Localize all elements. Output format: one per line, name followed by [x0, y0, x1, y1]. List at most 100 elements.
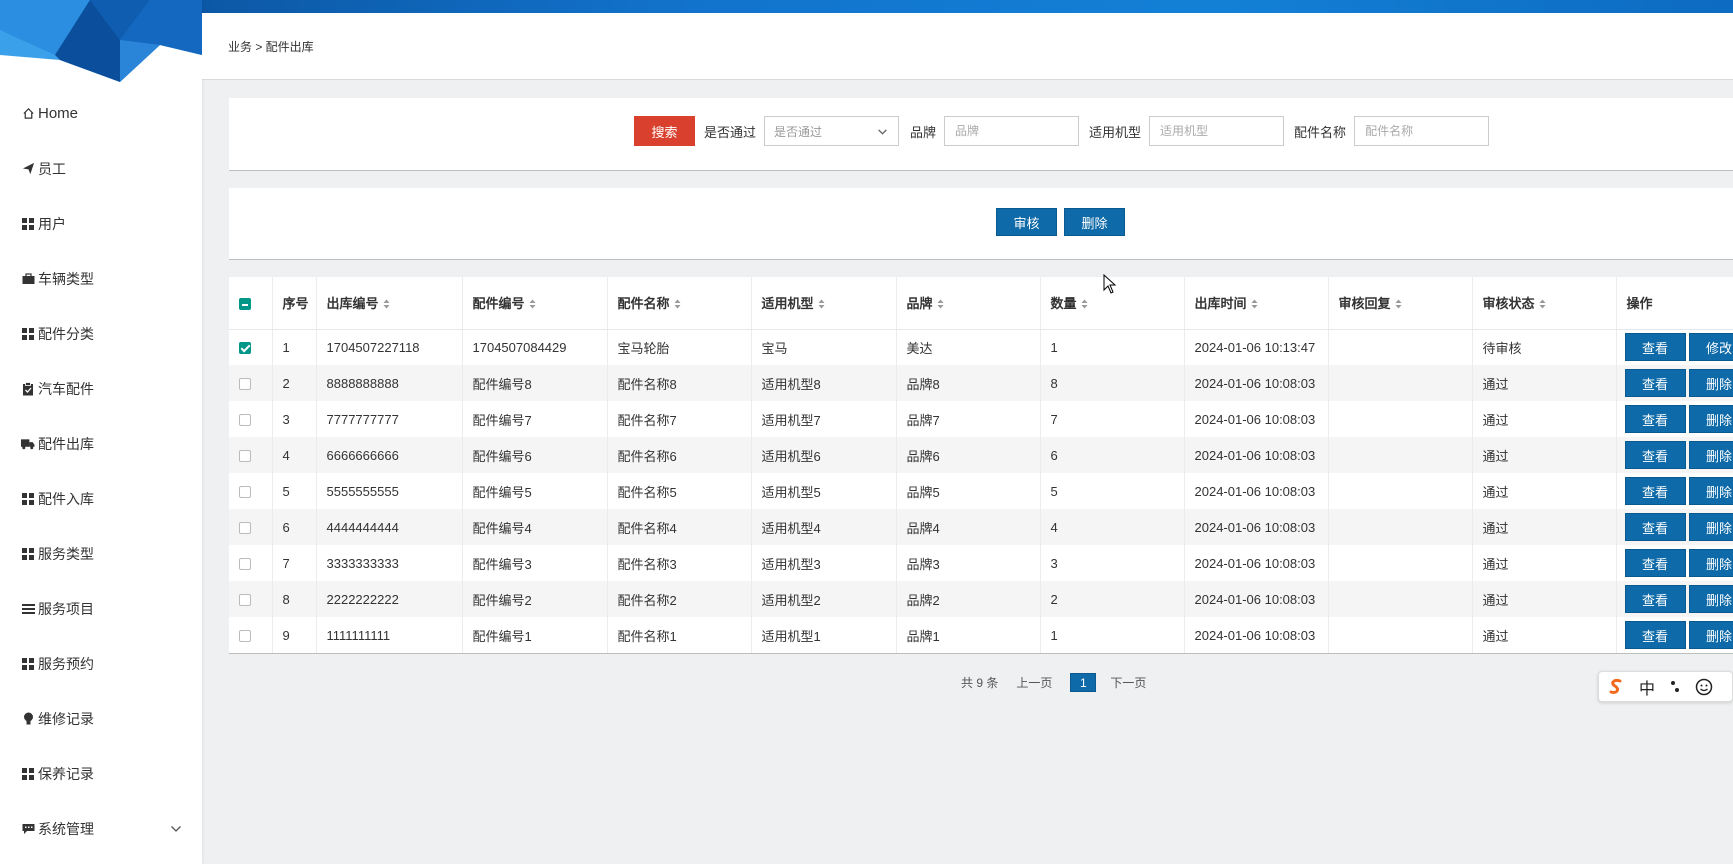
column-header-5[interactable]: 品牌 — [896, 277, 1041, 330]
passed-select[interactable]: 是否通过 — [764, 116, 900, 146]
sidebar-item-3[interactable]: 车辆类型 — [0, 251, 202, 306]
cell-reply — [1328, 545, 1473, 581]
view-button[interactable]: 查看 — [1624, 513, 1686, 541]
view-button[interactable]: 查看 — [1624, 369, 1686, 397]
part-name-input[interactable] — [1354, 116, 1490, 146]
sidebar-item-0[interactable]: Home — [0, 86, 202, 141]
cell-name: 宝马轮胎 — [607, 329, 752, 365]
breadcrumb: 业务 > 配件出库 — [228, 40, 314, 54]
column-header-7[interactable]: 出库时间 — [1184, 277, 1329, 330]
row-delete-button[interactable]: 删除 — [1688, 621, 1733, 649]
sidebar-item-6[interactable]: 配件出库 — [0, 416, 202, 471]
outbound-table: 序号 出库编号 配件编号 配件名称 适用机型 品牌 数量 出库时间 审核回复 审核状态 操作 1 17… — [229, 277, 1733, 653]
view-button[interactable]: 查看 — [1624, 549, 1686, 577]
sidebar-item-label: 配件入库 — [38, 490, 94, 507]
sort-icon[interactable] — [529, 297, 536, 312]
top-bar — [0, 0, 1733, 13]
column-header-label: 适用机型 — [761, 296, 814, 312]
row-delete-button[interactable]: 删除 — [1688, 585, 1733, 613]
delete-button[interactable]: 删除 — [1064, 208, 1125, 236]
edit-button[interactable]: 修改 — [1688, 333, 1733, 362]
select-all-checkbox[interactable] — [239, 297, 251, 310]
sidebar-item-label: Home — [38, 105, 79, 122]
emoji-icon[interactable] — [1695, 678, 1713, 696]
sidebar-item-label: 车辆类型 — [38, 270, 94, 287]
row-checkbox[interactable] — [239, 522, 251, 535]
sort-icon[interactable] — [1539, 297, 1546, 312]
row-checkbox[interactable] — [239, 414, 251, 427]
sidebar-item-1[interactable]: 员工 — [0, 141, 202, 196]
cell-status: 通过 — [1472, 365, 1617, 401]
row-delete-button[interactable]: 删除 — [1688, 477, 1733, 505]
sidebar-item-4[interactable]: 配件分类 — [0, 306, 202, 361]
review-button[interactable]: 审核 — [996, 208, 1057, 236]
outbound-table-container: 序号 出库编号 配件编号 配件名称 适用机型 品牌 数量 出库时间 审核回复 审核状态 操作 1 17… — [229, 277, 1733, 654]
sidebar-item-9[interactable]: 服务项目 — [0, 581, 202, 636]
ime-toolbar[interactable]: 中 — [1598, 671, 1733, 702]
row-delete-button[interactable]: 删除 — [1688, 369, 1733, 397]
next-page-link[interactable]: 下一页 — [1110, 674, 1146, 691]
row-checkbox[interactable] — [239, 378, 251, 391]
table-row: 9 1111111111 配件编号1 配件名称1 适用机型1 品牌1 1 2024-01-06… — [229, 617, 1733, 653]
cell-part_no: 配件编号3 — [462, 545, 608, 581]
row-checkbox[interactable] — [239, 342, 251, 355]
sort-icon[interactable] — [674, 297, 681, 312]
cell-brand: 品牌8 — [896, 365, 1041, 401]
sidebar-item-7[interactable]: 配件入库 — [0, 471, 202, 526]
view-button[interactable]: 查看 — [1624, 477, 1686, 505]
row-checkbox-cell — [229, 581, 273, 617]
view-button[interactable]: 查看 — [1624, 333, 1686, 362]
cell-time: 2024-01-06 10:08:03 — [1184, 437, 1329, 473]
column-header-4[interactable]: 适用机型 — [751, 277, 897, 330]
sidebar-item-label: 汽车配件 — [38, 380, 94, 397]
sidebar-item-11[interactable]: 维修记录 — [0, 691, 202, 746]
sort-icon[interactable] — [1395, 297, 1402, 312]
prev-page-link[interactable]: 上一页 — [1016, 674, 1052, 691]
column-header-2[interactable]: 配件编号 — [462, 277, 608, 330]
lightbulb-icon — [21, 712, 35, 726]
cell-part_no: 配件编号6 — [462, 437, 608, 473]
cell-seq: 3 — [272, 401, 317, 437]
row-delete-button[interactable]: 删除 — [1688, 549, 1733, 577]
ime-language[interactable]: 中 — [1639, 675, 1655, 699]
model-input[interactable] — [1149, 116, 1285, 146]
table-row: 4 6666666666 配件编号6 配件名称6 适用机型6 品牌6 6 2024-01-06… — [229, 437, 1733, 473]
row-checkbox[interactable] — [239, 450, 251, 463]
column-header-1[interactable]: 出库编号 — [316, 277, 463, 330]
sidebar-item-12[interactable]: 保养记录 — [0, 746, 202, 801]
cell-status: 通过 — [1472, 581, 1617, 617]
row-checkbox[interactable] — [239, 486, 251, 499]
table-row: 2 8888888888 配件编号8 配件名称8 适用机型8 品牌8 8 2024-01-06… — [229, 365, 1733, 401]
sort-icon[interactable] — [1081, 297, 1088, 312]
sort-icon[interactable] — [818, 297, 825, 312]
row-delete-button[interactable]: 删除 — [1688, 441, 1733, 469]
sidebar-item-8[interactable]: 服务类型 — [0, 526, 202, 581]
column-header-8[interactable]: 审核回复 — [1328, 277, 1473, 330]
sort-icon[interactable] — [937, 297, 944, 312]
view-button[interactable]: 查看 — [1624, 441, 1686, 469]
sidebar-item-10[interactable]: 服务预约 — [0, 636, 202, 691]
row-checkbox[interactable] — [239, 558, 251, 571]
row-checkbox[interactable] — [239, 630, 251, 643]
row-delete-button[interactable]: 删除 — [1688, 405, 1733, 433]
column-header-3[interactable]: 配件名称 — [607, 277, 752, 330]
cell-out_no: 4444444444 — [316, 509, 463, 545]
sidebar-item-5[interactable]: 汽车配件 — [0, 361, 202, 416]
row-checkbox[interactable] — [239, 594, 251, 607]
search-button[interactable]: 搜索 — [634, 116, 695, 146]
sidebar-item-2[interactable]: 用户 — [0, 196, 202, 251]
view-button[interactable]: 查看 — [1624, 621, 1686, 649]
punctuation-icon[interactable] — [1669, 679, 1681, 695]
row-delete-button[interactable]: 删除 — [1688, 513, 1733, 541]
sort-icon[interactable] — [383, 297, 390, 312]
cell-out_no: 7777777777 — [316, 401, 463, 437]
grid-icon — [21, 657, 35, 671]
sidebar-item-13[interactable]: 系统管理 — [0, 801, 202, 856]
cell-operations: 查看 删除 — [1616, 365, 1733, 401]
page-1-button[interactable]: 1 — [1070, 673, 1097, 692]
sort-icon[interactable] — [1251, 297, 1258, 312]
view-button[interactable]: 查看 — [1624, 585, 1686, 613]
brand-input[interactable] — [944, 116, 1080, 146]
view-button[interactable]: 查看 — [1624, 405, 1686, 433]
column-header-9[interactable]: 审核状态 — [1472, 277, 1617, 330]
